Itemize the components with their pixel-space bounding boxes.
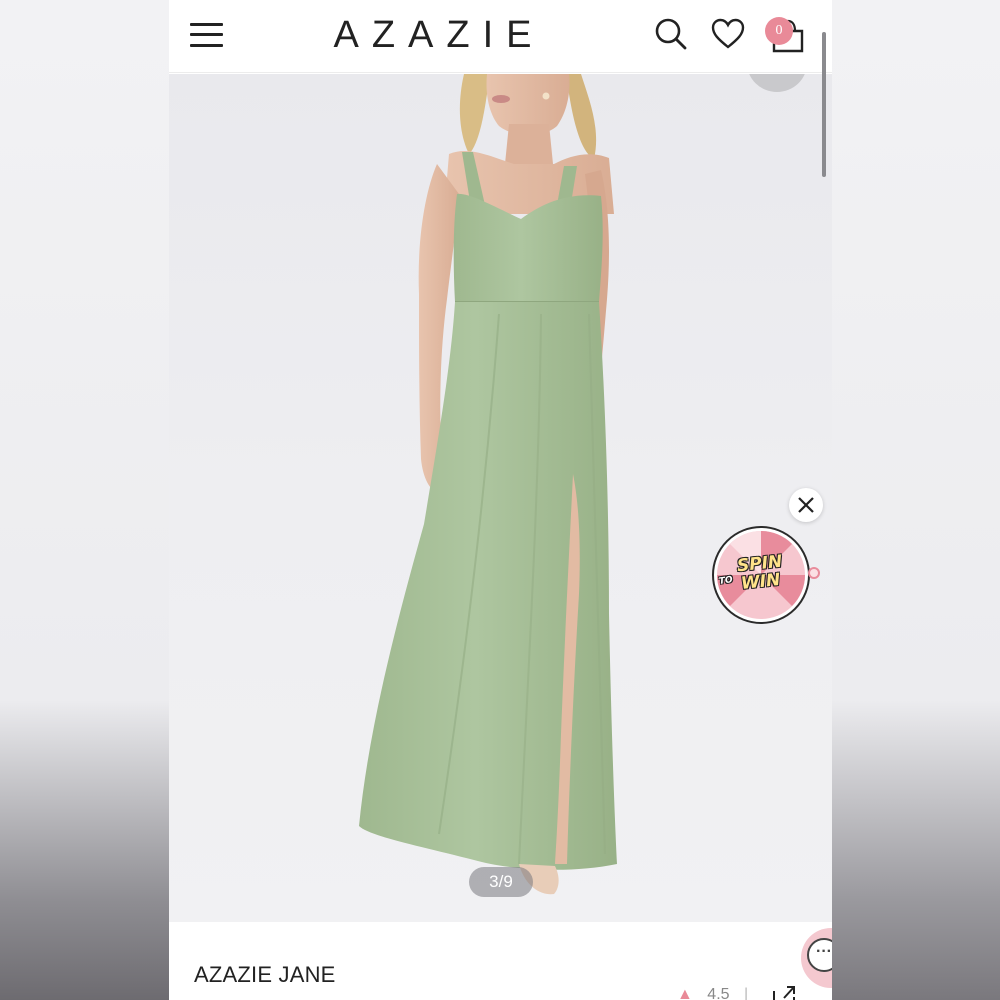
background-left — [0, 0, 169, 1000]
image-counter: 3/9 — [469, 867, 533, 897]
win-label: WIN — [740, 570, 782, 594]
search-icon[interactable] — [653, 16, 689, 52]
rating-value: 4.5 — [707, 986, 730, 1000]
model-in-dress-photo — [359, 74, 617, 895]
chat-icon: ··· — [807, 938, 832, 972]
menu-icon[interactable] — [190, 22, 223, 48]
mobile-screen: AZAZIE 0 3/9 SPIN TO WIN AZAZIE JANE ▲ 4… — [169, 0, 832, 1000]
product-image-gallery[interactable]: 3/9 SPIN TO WIN — [169, 74, 832, 922]
product-rating[interactable]: ▲ 4.5 | — [677, 986, 748, 1000]
site-logo[interactable]: AZAZIE — [319, 14, 559, 57]
heart-icon[interactable] — [710, 16, 746, 52]
to-label: TO — [718, 575, 734, 587]
product-title: AZAZIE JANE — [194, 962, 336, 987]
star-icon: ▲ — [677, 986, 693, 1000]
rating-divider: | — [744, 986, 749, 1000]
close-icon — [798, 497, 814, 513]
scrollbar[interactable] — [822, 32, 826, 177]
site-header: AZAZIE 0 — [169, 0, 832, 73]
product-info: AZAZIE JANE ▲ 4.5 | — [169, 922, 832, 1000]
background-right — [832, 0, 1000, 1000]
share-icon[interactable] — [771, 985, 797, 1000]
spin-to-win-button[interactable]: SPIN TO WIN — [711, 524, 823, 626]
cart-count-badge: 0 — [765, 17, 793, 45]
close-promo-button[interactable] — [789, 488, 823, 522]
